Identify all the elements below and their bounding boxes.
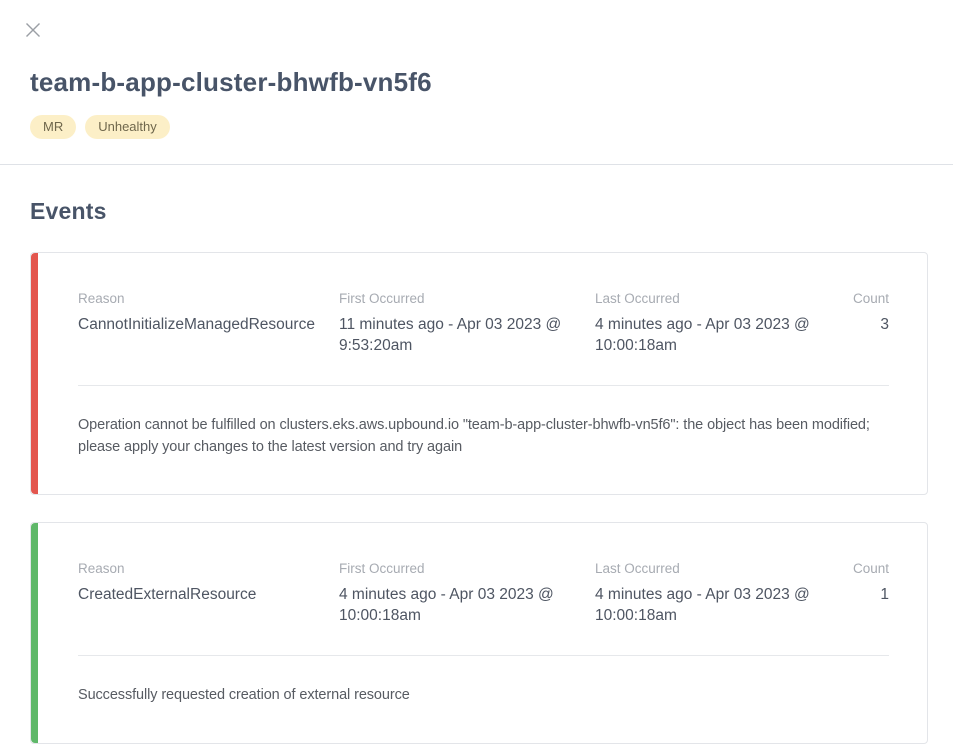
column-header-last-occurred: Last Occurred	[595, 561, 819, 576]
close-icon	[24, 21, 42, 39]
events-heading: Events	[30, 198, 928, 225]
event-col-last-occurred: Last Occurred 4 minutes ago - Apr 03 202…	[595, 561, 841, 627]
status-bar-success	[31, 523, 38, 743]
event-first-occurred-value: 4 minutes ago - Apr 03 2023 @ 10:00:18am	[339, 585, 573, 627]
event-count-value: 3	[841, 315, 889, 336]
close-button[interactable]	[24, 21, 42, 39]
health-status-badge: Unhealthy	[85, 115, 170, 139]
card-divider	[78, 655, 889, 656]
column-header-first-occurred: First Occurred	[339, 291, 573, 306]
kind-badge: MR	[30, 115, 76, 139]
column-header-reason: Reason	[78, 291, 317, 306]
event-card-error: Reason CannotInitializeManagedResource F…	[30, 252, 928, 495]
event-col-reason: Reason CreatedExternalResource	[78, 561, 339, 627]
event-table-header-row: Reason CreatedExternalResource First Occ…	[78, 561, 889, 627]
event-first-occurred-value: 11 minutes ago - Apr 03 2023 @ 9:53:20am	[339, 315, 573, 357]
event-reason-value: CannotInitializeManagedResource	[78, 315, 317, 336]
event-col-first-occurred: First Occurred 11 minutes ago - Apr 03 2…	[339, 291, 595, 357]
event-last-occurred-value: 4 minutes ago - Apr 03 2023 @ 10:00:18am	[595, 585, 819, 627]
column-header-count: Count	[841, 561, 889, 576]
event-col-count: Count 3	[841, 291, 889, 357]
card-divider	[78, 385, 889, 386]
event-reason-value: CreatedExternalResource	[78, 585, 317, 606]
badge-row: MR Unhealthy	[30, 115, 923, 139]
event-col-last-occurred: Last Occurred 4 minutes ago - Apr 03 202…	[595, 291, 841, 357]
column-header-reason: Reason	[78, 561, 317, 576]
event-message: Successfully requested creation of exter…	[78, 685, 889, 707]
event-col-first-occurred: First Occurred 4 minutes ago - Apr 03 20…	[339, 561, 595, 627]
event-table-header-row: Reason CannotInitializeManagedResource F…	[78, 291, 889, 357]
event-last-occurred-value: 4 minutes ago - Apr 03 2023 @ 10:00:18am	[595, 315, 819, 357]
event-col-count: Count 1	[841, 561, 889, 627]
column-header-first-occurred: First Occurred	[339, 561, 573, 576]
events-section: Events Reason CannotInitializeManagedRes…	[0, 165, 953, 744]
column-header-last-occurred: Last Occurred	[595, 291, 819, 306]
status-bar-error	[31, 253, 38, 494]
event-count-value: 1	[841, 585, 889, 606]
page-title: team-b-app-cluster-bhwfb-vn5f6	[30, 67, 923, 98]
drawer-header: team-b-app-cluster-bhwfb-vn5f6 MR Unheal…	[0, 0, 953, 139]
column-header-count: Count	[841, 291, 889, 306]
event-col-reason: Reason CannotInitializeManagedResource	[78, 291, 339, 357]
event-message: Operation cannot be fulfilled on cluster…	[78, 415, 889, 459]
event-card-success: Reason CreatedExternalResource First Occ…	[30, 522, 928, 744]
